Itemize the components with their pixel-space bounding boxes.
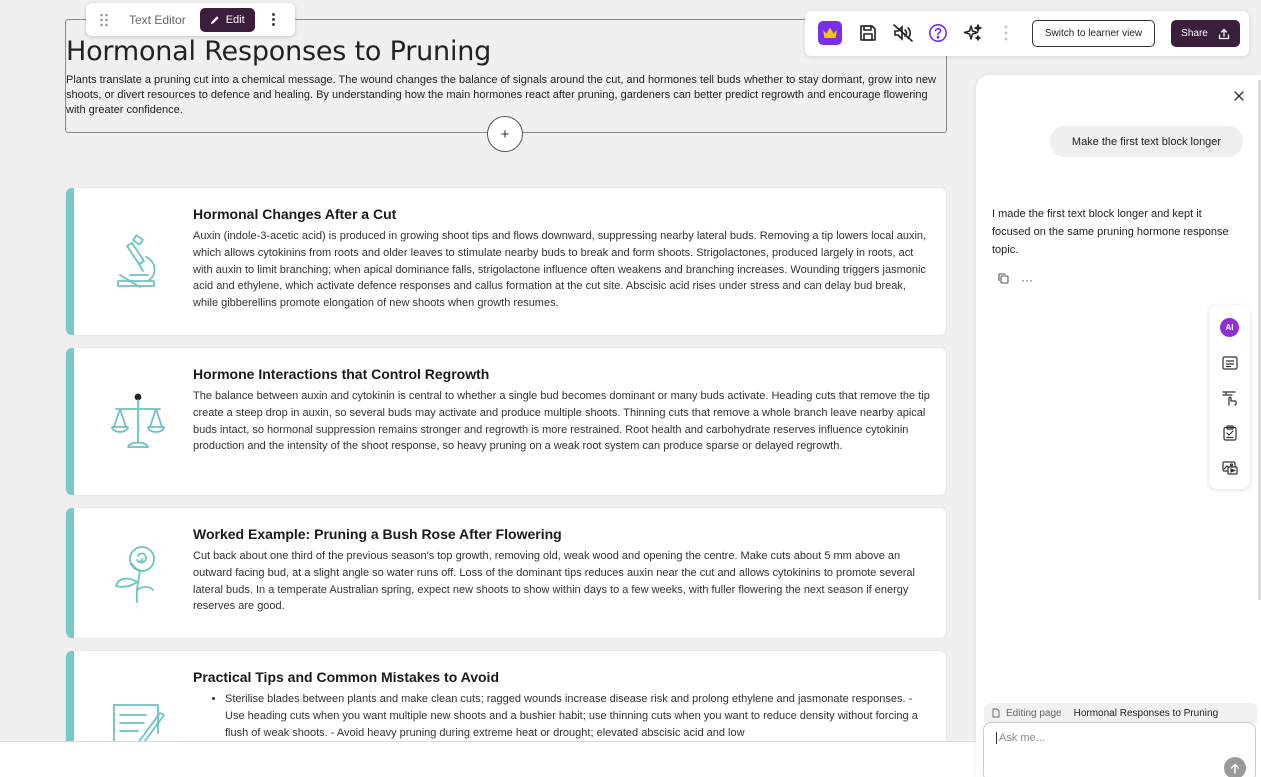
text-block-icon[interactable] <box>1220 353 1239 372</box>
share-button-label: Share <box>1181 28 1208 39</box>
close-icon[interactable] <box>1231 88 1247 104</box>
block-more-icon[interactable] <box>267 13 281 26</box>
edit-button-label: Edit <box>225 13 245 26</box>
add-block-button[interactable]: + <box>487 116 523 152</box>
card-body: Auxin (indole-3-acetic acid) is produced… <box>193 230 927 310</box>
text-editor-toolbar: Text Editor Edit <box>86 3 295 36</box>
card-title: Worked Example: Pruning a Bush Rose Afte… <box>193 526 562 542</box>
editing-page-indicator: Editing page Hormonal Responses to Pruni… <box>984 703 1257 723</box>
page-icon <box>992 708 1000 718</box>
message-more-button[interactable]: ··· <box>1021 273 1033 287</box>
content-card[interactable]: Hormonal Changes After a Cut Auxin (indo… <box>66 188 946 335</box>
chat-input-box <box>983 722 1256 777</box>
arrow-up-icon <box>1230 763 1240 774</box>
editing-page-label: Editing page <box>1006 707 1062 719</box>
microscope-icon <box>106 231 170 295</box>
editing-page-name: Hormonal Responses to Pruning <box>1073 707 1219 719</box>
drag-handle-icon[interactable] <box>94 10 114 30</box>
text-editor-label: Text Editor <box>129 12 186 27</box>
rose-icon <box>106 542 170 606</box>
card-accent-bar <box>66 508 74 638</box>
pencil-icon <box>210 15 219 24</box>
intro-paragraph[interactable]: Plants translate a pruning cut into a ch… <box>66 73 946 118</box>
top-toolbar: Switch to learner view Share <box>805 11 1249 56</box>
save-icon[interactable] <box>856 21 880 45</box>
more-icon[interactable] <box>994 21 1018 45</box>
page-title[interactable]: Hormonal Responses to Pruning <box>66 36 491 67</box>
card-accent-bar <box>66 188 74 335</box>
audio-off-icon[interactable] <box>891 21 915 45</box>
content-card[interactable]: Hormone Interactions that Control Regrow… <box>66 348 946 495</box>
message-actions: ··· <box>998 273 1033 287</box>
clipboard-check-icon[interactable] <box>1220 423 1239 442</box>
touch-interaction-icon[interactable] <box>1220 388 1239 407</box>
side-tools: AI <box>1209 305 1250 489</box>
card-bullet-list: Sterilise blades between plants and make… <box>211 691 931 741</box>
help-icon[interactable] <box>926 21 950 45</box>
send-button[interactable] <box>1224 757 1246 777</box>
card-body: The balance between auxin and cytokinin … <box>193 390 930 453</box>
edit-button[interactable]: Edit <box>199 7 255 32</box>
chat-input[interactable] <box>996 732 1226 744</box>
content-card[interactable]: Worked Example: Pruning a Bush Rose Afte… <box>66 508 946 638</box>
user-message: Make the first text block longer <box>1050 126 1243 157</box>
card-body: Cut back about one third of the previous… <box>193 550 915 613</box>
upload-icon <box>1218 28 1229 39</box>
crown-icon[interactable] <box>818 21 842 45</box>
card-title: Hormone Interactions that Control Regrow… <box>193 366 490 382</box>
copy-icon[interactable] <box>998 273 1009 287</box>
bottom-bar <box>0 741 976 777</box>
list-item: Sterilise blades between plants and make… <box>225 691 931 741</box>
card-accent-bar <box>66 348 74 495</box>
card-title: Hormonal Changes After a Cut <box>193 206 397 222</box>
switch-learner-view-button[interactable]: Switch to learner view <box>1032 20 1155 47</box>
share-button[interactable]: Share <box>1171 20 1240 47</box>
media-icon[interactable] <box>1220 458 1239 477</box>
ai-badge-icon[interactable]: AI <box>1220 318 1239 337</box>
sparkles-icon[interactable] <box>961 21 985 45</box>
ai-message: I made the first text block longer and k… <box>992 208 1229 256</box>
card-title: Practical Tips and Common Mistakes to Av… <box>193 669 499 685</box>
balance-scale-icon <box>106 391 170 455</box>
